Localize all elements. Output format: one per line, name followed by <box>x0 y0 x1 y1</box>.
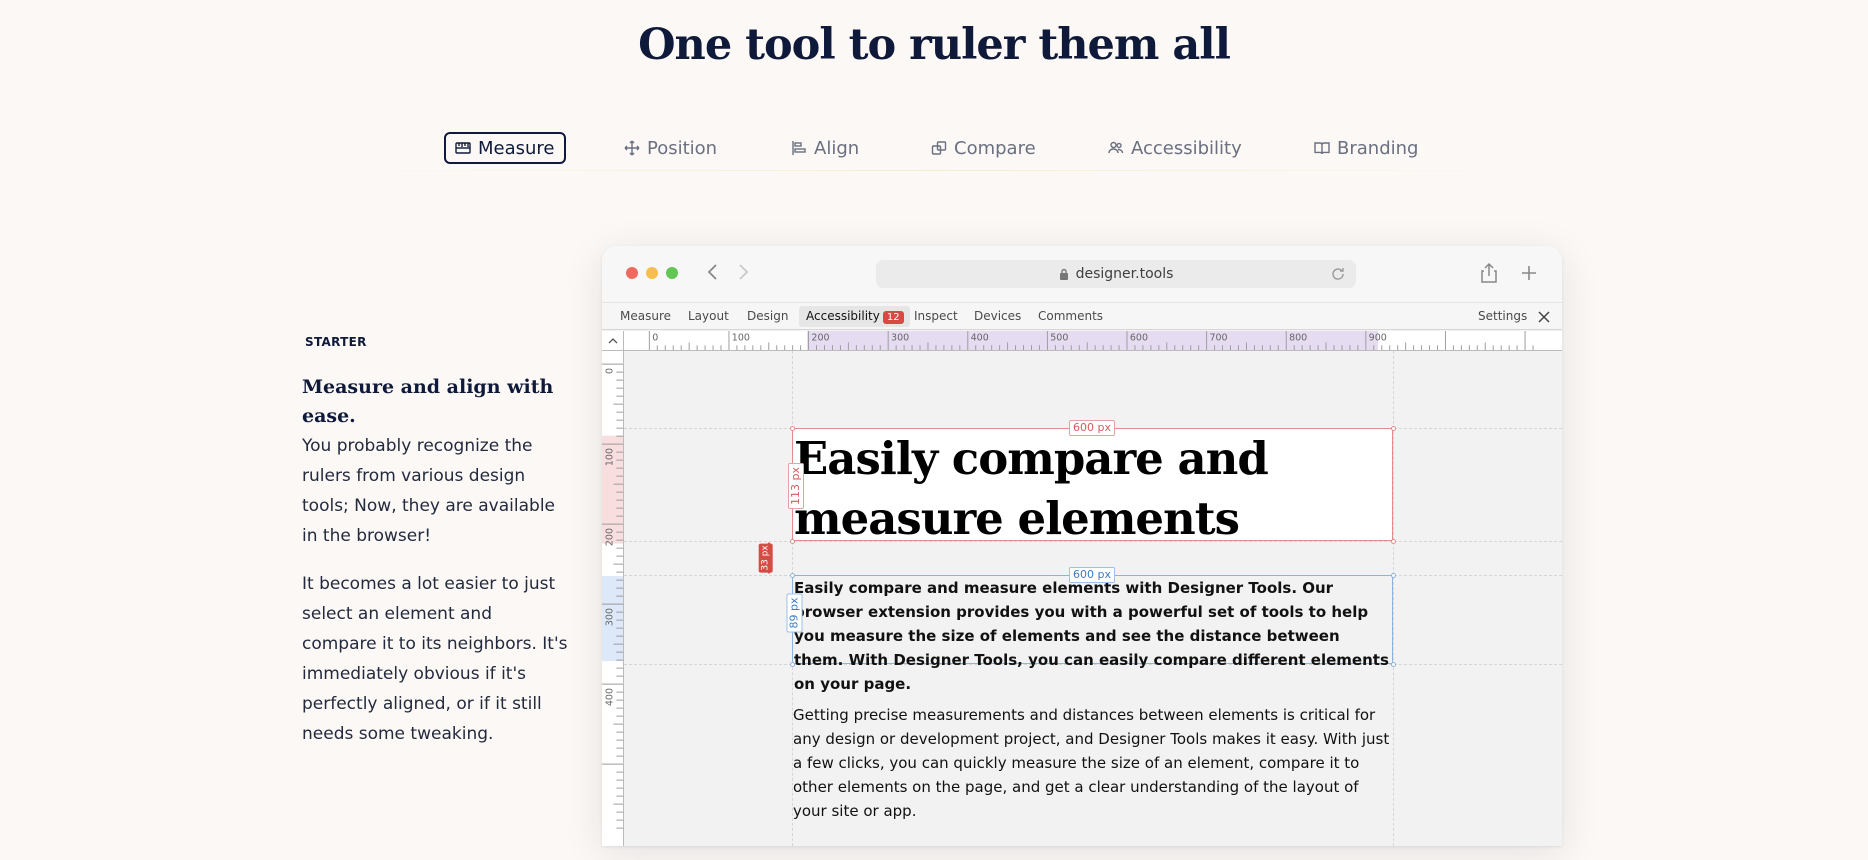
new-tab-plus-icon[interactable] <box>1518 262 1540 284</box>
toolbar-devices[interactable]: Devices <box>974 309 1021 323</box>
close-toolbar-icon[interactable] <box>1536 309 1552 325</box>
toolbar-accessibility[interactable]: Accessibility 12 <box>799 306 910 327</box>
ruler-tick-label: 400 <box>605 688 616 706</box>
browser-mockup: designer.tools Measure Layout Design Acc… <box>602 246 1562 846</box>
forward-arrow-icon[interactable] <box>732 261 754 283</box>
tab-label: Measure <box>478 137 555 159</box>
toolbar-comments[interactable]: Comments <box>1038 309 1103 323</box>
ruler-tick-label: 500 <box>1050 333 1068 344</box>
url-bar[interactable]: designer.tools <box>876 260 1356 288</box>
paragraph-width-tag: 600 px <box>1069 567 1115 583</box>
resize-handle[interactable] <box>790 662 795 667</box>
ruler-tick-label: 300 <box>605 608 616 626</box>
ruler-tick-label: 0 <box>652 333 658 344</box>
minimize-window-dot[interactable] <box>646 267 658 279</box>
ruler-tick-label: 300 <box>891 333 909 344</box>
horizontal-ruler[interactable]: 0 100 200 300 400 500 600 700 800 900 <box>624 331 1562 351</box>
tab-compare[interactable]: Compare <box>931 132 1036 164</box>
issue-count-badge: 12 <box>882 311 904 324</box>
book-icon <box>1314 142 1330 155</box>
ruler-tick-label: 100 <box>732 333 750 344</box>
back-arrow-icon[interactable] <box>702 261 724 283</box>
heading-width-tag: 600 px <box>1069 420 1115 436</box>
measured-heading[interactable]: Easily compare and measure elements <box>792 428 1393 545</box>
reload-icon[interactable] <box>1330 266 1346 282</box>
ruler-tick-label: 100 <box>605 448 616 466</box>
toolbar-inspect[interactable]: Inspect <box>914 309 958 323</box>
tier-label: STARTER <box>305 335 367 349</box>
resize-handle[interactable] <box>1391 573 1396 578</box>
url-text: designer.tools <box>1075 266 1174 282</box>
move-icon <box>624 140 640 156</box>
page-headline: One tool to ruler them all <box>638 20 1231 70</box>
feature-tabs: Measure Position Align Compare Accessibi… <box>0 130 1868 166</box>
tab-label: Compare <box>954 137 1036 159</box>
tabs-divider <box>320 170 1548 171</box>
close-window-dot[interactable] <box>626 267 638 279</box>
tab-branding[interactable]: Branding <box>1314 132 1418 164</box>
share-icon[interactable] <box>1478 262 1500 284</box>
chevron-up-icon <box>608 338 618 344</box>
resize-handle[interactable] <box>1391 426 1396 431</box>
ruler-tick-label: 0 <box>605 368 616 374</box>
paragraph-height-tag: 89 px <box>786 593 803 633</box>
canvas-paragraph: Getting precise measurements and distanc… <box>793 706 1390 820</box>
tab-position[interactable]: Position <box>624 132 717 164</box>
tab-align[interactable]: Align <box>791 132 859 164</box>
feature-paragraph: You probably recognize the rulers from v… <box>302 436 555 546</box>
gap-distance-tag: 33 px <box>758 543 773 573</box>
extension-toolbar: Measure Layout Design Accessibility 12 In… <box>602 302 1562 330</box>
toolbar-accessibility-label: Accessibility <box>806 309 880 323</box>
ruler-tick-label: 800 <box>1289 333 1307 344</box>
toolbar-design[interactable]: Design <box>747 309 788 323</box>
resize-handle[interactable] <box>790 539 795 544</box>
tab-measure[interactable]: Measure <box>444 132 566 164</box>
vertical-ruler[interactable]: 0 100 200 300 400 <box>602 351 624 846</box>
tab-label: Align <box>814 137 860 159</box>
measured-paragraph[interactable]: Easily compare and measure elements with… <box>792 575 1393 693</box>
ruler-tick-label: 600 <box>1130 333 1148 344</box>
heading-height-tag: 113 px <box>787 463 804 509</box>
feature-description: STARTER Measure and align with ease. You… <box>302 335 570 749</box>
people-icon <box>1108 141 1124 154</box>
ruler-tick-label: 200 <box>811 333 829 344</box>
feature-title: Measure and align with ease. <box>302 376 554 427</box>
ruler-icon <box>455 142 471 154</box>
ruler-tick-label: 700 <box>1209 333 1227 344</box>
align-icon <box>792 141 806 155</box>
compare-icon <box>931 141 947 155</box>
tab-accessibility[interactable]: Accessibility <box>1108 132 1242 164</box>
resize-handle[interactable] <box>790 426 795 431</box>
feature-paragraph: It becomes a lot easier to just select a… <box>302 574 568 744</box>
toolbar-layout[interactable]: Layout <box>688 309 729 323</box>
maximize-window-dot[interactable] <box>666 267 678 279</box>
resize-handle[interactable] <box>1391 539 1396 544</box>
resize-handle[interactable] <box>1391 662 1396 667</box>
tab-label: Position <box>647 137 718 159</box>
ruler-tick-label: 900 <box>1369 333 1387 344</box>
resize-handle[interactable] <box>790 573 795 578</box>
browser-titlebar: designer.tools <box>602 246 1562 302</box>
lock-icon <box>1059 268 1068 280</box>
ruler-tick-label: 400 <box>971 333 989 344</box>
tab-label: Branding <box>1337 137 1419 159</box>
ruler-collapse-button[interactable] <box>602 331 624 351</box>
ruler-tick-label: 200 <box>605 528 616 546</box>
tab-label: Accessibility <box>1131 137 1242 159</box>
page-canvas: Easily compare and measure elements 600 … <box>624 351 1562 846</box>
toolbar-measure[interactable]: Measure <box>620 309 671 323</box>
toolbar-settings[interactable]: Settings <box>1478 309 1527 323</box>
